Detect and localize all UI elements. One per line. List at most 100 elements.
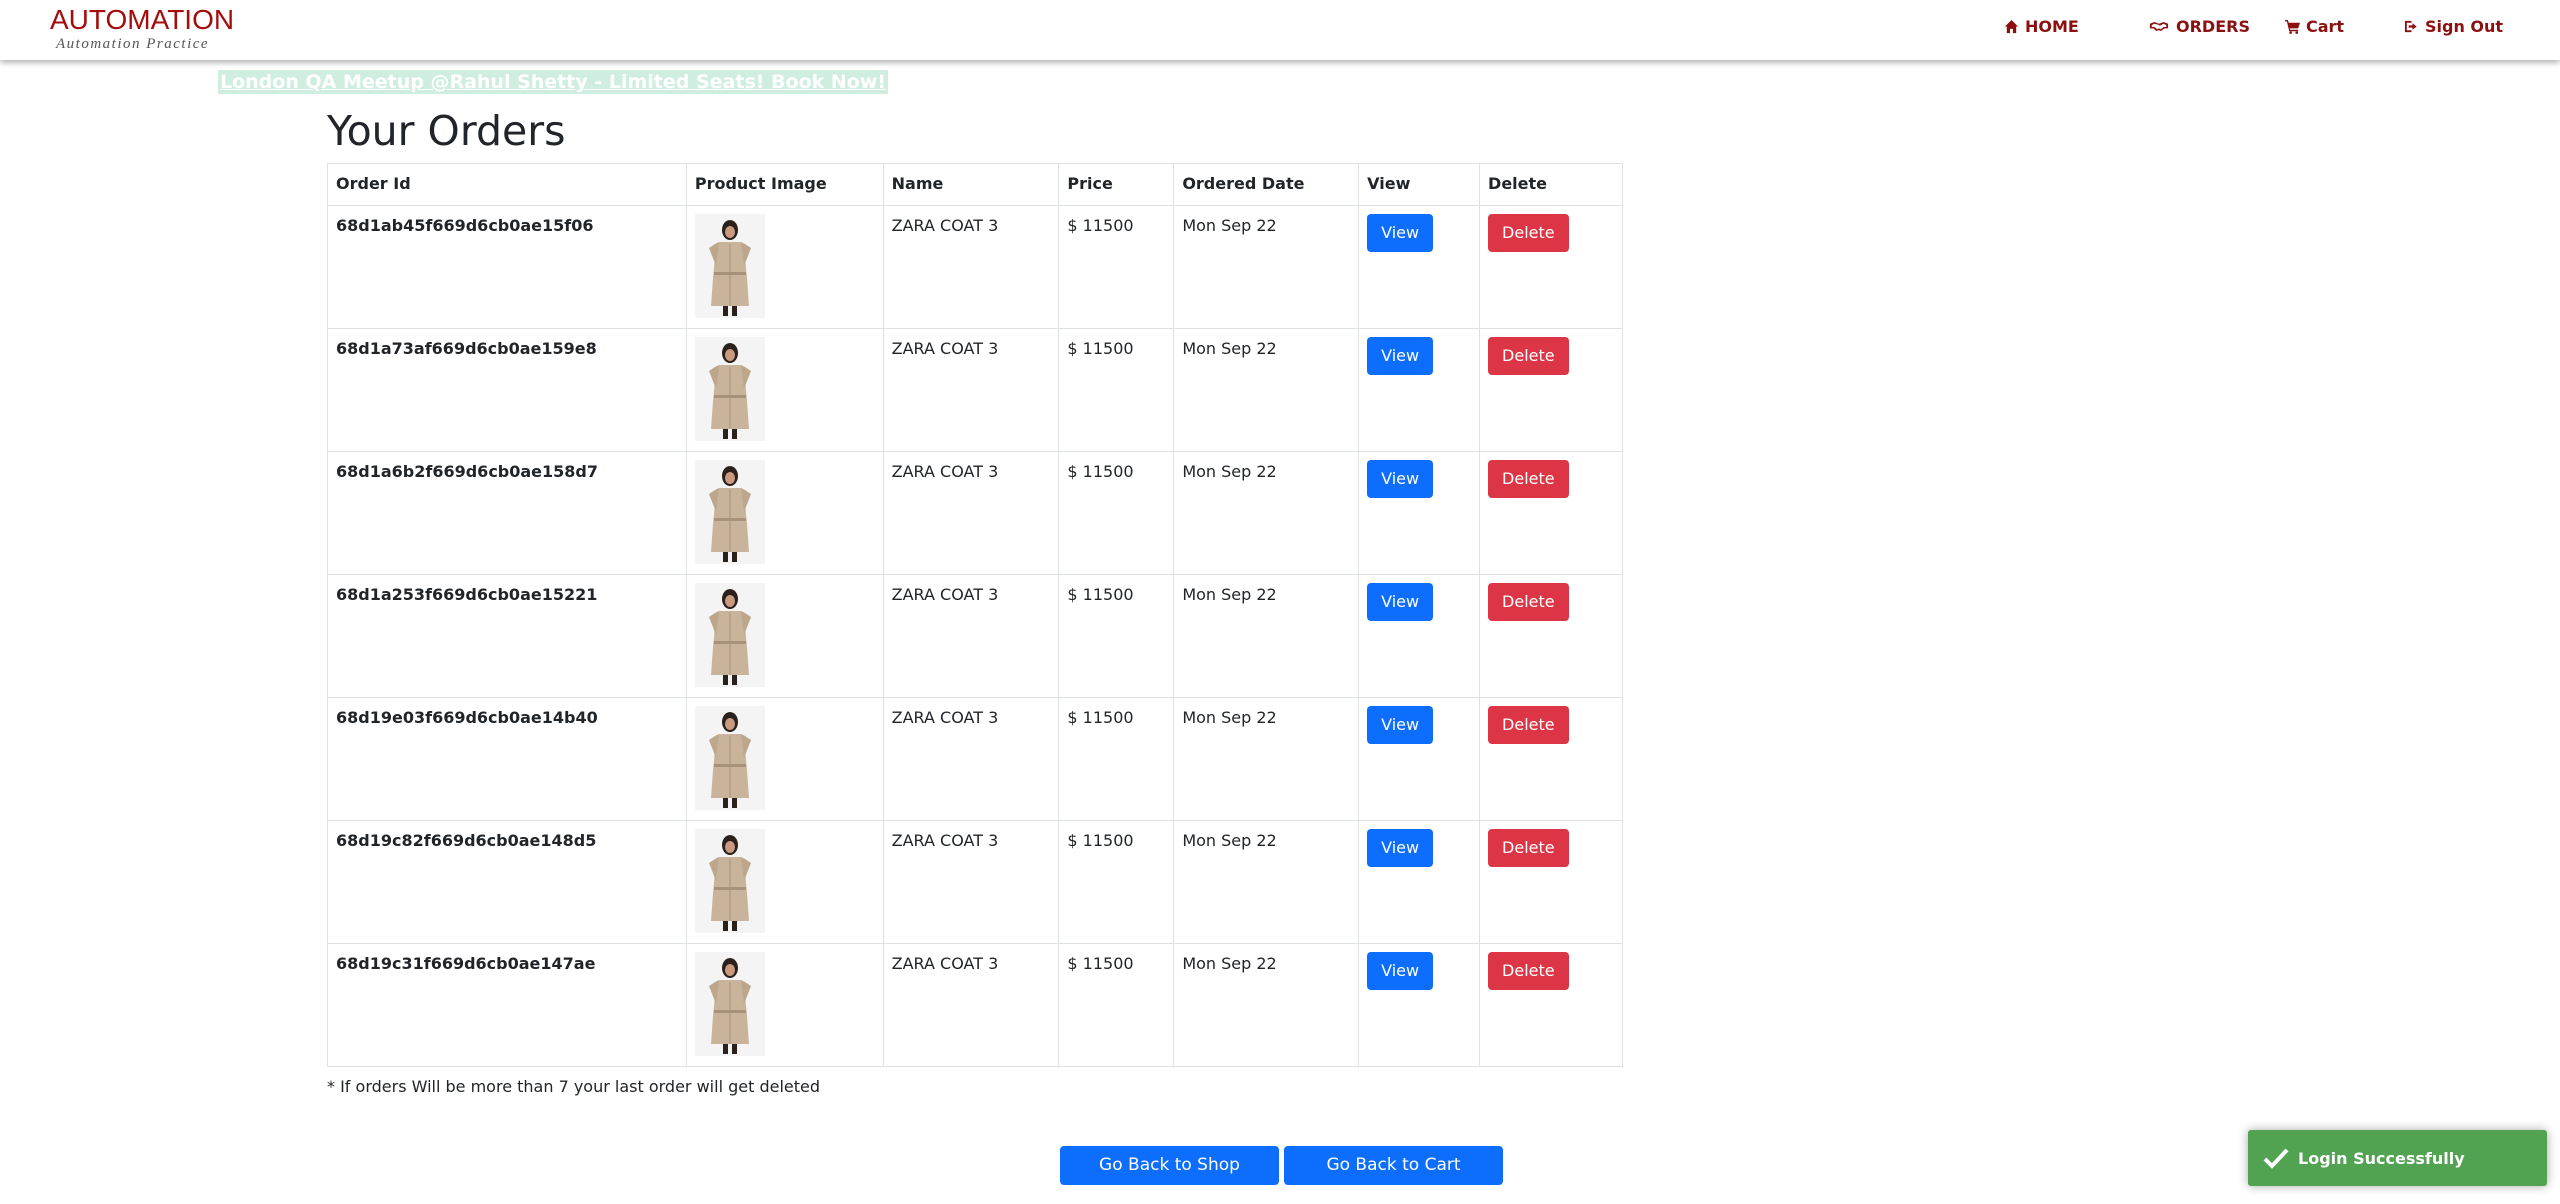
price-cell: $ 11500 — [1058, 943, 1175, 1067]
product-image-cell — [685, 574, 884, 698]
delete-cell: Delete — [1479, 451, 1623, 575]
top-navbar: AUTOMATION Automation Practice HOME ORDE… — [0, 0, 2560, 60]
view-cell: View — [1358, 820, 1481, 944]
brand-logo[interactable]: AUTOMATION Automation Practice — [50, 4, 234, 52]
order-id: 68d1a6b2f669d6cb0ae158d7 — [336, 462, 599, 481]
nav-cart-button[interactable]: Cart — [2284, 17, 2344, 36]
home-icon — [2003, 19, 2019, 35]
orders-limit-note: * If orders Will be more than 7 your las… — [327, 1077, 821, 1096]
coat-image — [694, 829, 765, 933]
product-name: ZARA COAT 3 — [891, 585, 999, 604]
product-image-cell — [685, 328, 884, 452]
nav-home-button[interactable]: HOME — [2003, 17, 2079, 36]
price-cell: $ 11500 — [1058, 697, 1175, 821]
product-name-cell: ZARA COAT 3 — [882, 328, 1060, 452]
orders-table: Order Id Product Image Name Price Ordere… — [327, 163, 1623, 1067]
delete-button[interactable]: Delete — [1488, 829, 1569, 867]
go-back-to-cart-button[interactable]: Go Back to Cart — [1284, 1146, 1503, 1185]
price: $ 11500 — [1067, 585, 1134, 604]
order-id: 68d1a73af669d6cb0ae159e8 — [336, 339, 597, 358]
date-cell: Mon Sep 22 — [1173, 451, 1360, 575]
coat-image — [694, 460, 765, 564]
view-button[interactable]: View — [1367, 583, 1434, 621]
date-cell: Mon Sep 22 — [1173, 697, 1360, 821]
table-row: 68d1a253f669d6cb0ae15221 ZARA COAT 3 $ 1 — [327, 574, 1623, 698]
date-cell: Mon Sep 22 — [1173, 205, 1360, 329]
coat-image — [694, 706, 765, 810]
view-button[interactable]: View — [1367, 706, 1434, 744]
product-image — [694, 337, 765, 441]
product-name-cell: ZARA COAT 3 — [882, 943, 1060, 1067]
order-id: 68d19c31f669d6cb0ae147ae — [336, 954, 596, 973]
date-cell: Mon Sep 22 — [1173, 820, 1360, 944]
delete-button[interactable]: Delete — [1488, 337, 1569, 375]
delete-button[interactable]: Delete — [1488, 583, 1569, 621]
ordered-date: Mon Sep 22 — [1182, 585, 1277, 604]
price-cell: $ 11500 — [1058, 451, 1175, 575]
brand-title: AUTOMATION — [50, 4, 235, 35]
toast-message: Login Successfully — [2298, 1148, 2465, 1168]
view-cell: View — [1358, 697, 1481, 821]
table-row: 68d1ab45f669d6cb0ae15f06 ZARA COAT 3 $ 1 — [327, 205, 1623, 329]
header-price: Price — [1058, 163, 1175, 206]
header-product-image: Product Image — [685, 163, 884, 206]
price: $ 11500 — [1067, 831, 1134, 850]
login-success-toast[interactable]: Login Successfully — [2248, 1130, 2547, 1186]
header-name: Name — [882, 163, 1060, 206]
delete-cell: Delete — [1479, 328, 1623, 452]
order-id: 68d1a253f669d6cb0ae15221 — [336, 585, 598, 604]
nav-orders-button[interactable]: ORDERS — [2148, 17, 2250, 36]
price: $ 11500 — [1067, 339, 1134, 358]
promo-link[interactable]: London QA Meetup @Rahul Shetty - Limited… — [218, 70, 889, 94]
delete-cell: Delete — [1479, 697, 1623, 821]
product-name: ZARA COAT 3 — [891, 216, 999, 235]
view-button[interactable]: View — [1367, 952, 1434, 990]
delete-cell: Delete — [1479, 205, 1623, 329]
coat-image — [694, 583, 765, 687]
view-button[interactable]: View — [1367, 460, 1434, 498]
price-cell: $ 11500 — [1058, 820, 1175, 944]
date-cell: Mon Sep 22 — [1173, 574, 1360, 698]
table-row: 68d19c82f669d6cb0ae148d5 ZARA COAT 3 $ 1 — [327, 820, 1623, 944]
product-image-cell — [685, 943, 884, 1067]
price: $ 11500 — [1067, 462, 1134, 481]
order-id-cell: 68d19e03f669d6cb0ae14b40 — [327, 697, 687, 821]
product-image-cell — [685, 205, 884, 329]
order-id-cell: 68d1a253f669d6cb0ae15221 — [327, 574, 687, 698]
view-cell: View — [1358, 328, 1481, 452]
view-button[interactable]: View — [1367, 829, 1434, 867]
delete-button[interactable]: Delete — [1488, 952, 1569, 990]
check-icon — [2263, 1148, 2289, 1169]
table-row: 68d19c31f669d6cb0ae147ae ZARA COAT 3 $ 1 — [327, 943, 1623, 1067]
ordered-date: Mon Sep 22 — [1182, 831, 1277, 850]
brand-subtitle: Automation Practice — [56, 36, 210, 52]
delete-button[interactable]: Delete — [1488, 214, 1569, 252]
order-id-cell: 68d19c82f669d6cb0ae148d5 — [327, 820, 687, 944]
orders-table-body: 68d1ab45f669d6cb0ae15f06 ZARA COAT 3 $ 1 — [327, 205, 1623, 1067]
price-cell: $ 11500 — [1058, 205, 1175, 329]
delete-cell: Delete — [1479, 820, 1623, 944]
product-image — [694, 829, 765, 933]
go-back-to-shop-button[interactable]: Go Back to Shop — [1060, 1146, 1279, 1185]
header-view: View — [1358, 163, 1481, 206]
product-name-cell: ZARA COAT 3 — [882, 205, 1060, 329]
nav-cart-label: Cart — [2306, 17, 2345, 36]
delete-button[interactable]: Delete — [1488, 460, 1569, 498]
order-id: 68d1ab45f669d6cb0ae15f06 — [336, 216, 594, 235]
coat-image — [694, 952, 765, 1056]
delete-button[interactable]: Delete — [1488, 706, 1569, 744]
coat-image — [694, 337, 765, 441]
header-delete: Delete — [1479, 163, 1623, 206]
product-name: ZARA COAT 3 — [891, 339, 999, 358]
product-image — [694, 460, 765, 564]
nav-signout-button[interactable]: Sign Out — [2403, 17, 2503, 36]
view-button[interactable]: View — [1367, 214, 1434, 252]
product-image — [694, 583, 765, 687]
delete-cell: Delete — [1479, 943, 1623, 1067]
order-id: 68d19e03f669d6cb0ae14b40 — [336, 708, 598, 727]
header-order-id: Order Id — [327, 163, 687, 206]
view-button[interactable]: View — [1367, 337, 1434, 375]
product-image-cell — [685, 820, 884, 944]
product-name-cell: ZARA COAT 3 — [882, 574, 1060, 698]
product-image-cell — [685, 697, 884, 821]
